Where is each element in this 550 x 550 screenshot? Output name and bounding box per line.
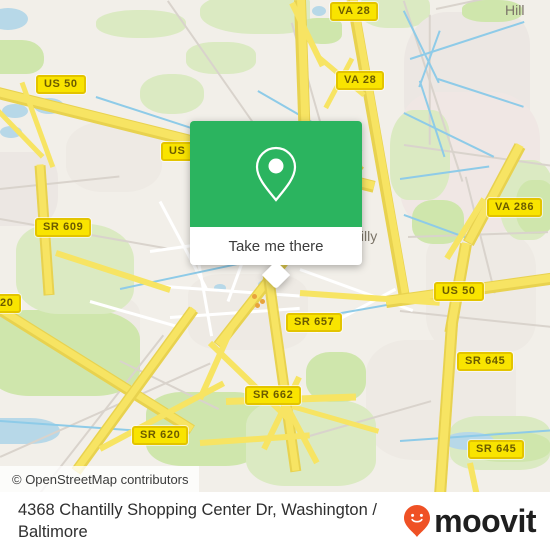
footer-bar: 4368 Chantilly Shopping Center Dr, Washi… <box>0 492 550 550</box>
road-shield-sr620-partial: 20 <box>0 294 22 313</box>
location-popup-card[interactable]: Take me there <box>190 121 362 290</box>
popup-icon-area <box>190 121 362 227</box>
take-me-there-button[interactable]: Take me there <box>190 227 362 265</box>
osm-attribution-label: © OpenStreetMap contributors <box>12 471 189 487</box>
park-area <box>0 40 44 74</box>
road-shield-va28-north: VA 28 <box>330 2 379 21</box>
park-area <box>140 74 204 114</box>
take-me-there-label: Take me there <box>228 237 324 255</box>
interchange-marker <box>255 303 260 308</box>
address-label: 4368 Chantilly Shopping Center Dr, Washi… <box>18 501 377 541</box>
map-canvas[interactable]: Hill tilly VA 28 VA 28 US 50 US SR 609 V… <box>0 0 550 492</box>
park-area <box>390 110 450 200</box>
road-shield-sr609: SR 609 <box>35 218 92 237</box>
road-shield-sr662: SR 662 <box>245 386 302 405</box>
place-label-hill: Hill <box>505 2 525 18</box>
moovit-brand[interactable]: moovit <box>404 505 536 537</box>
interchange-marker <box>252 294 257 299</box>
moovit-wordmark: moovit <box>434 503 536 539</box>
road-shield-us-partial: US <box>161 142 194 161</box>
water-body <box>312 6 326 16</box>
road-shield-sr620: SR 620 <box>132 426 189 445</box>
road-shield-sr657: SR 657 <box>286 313 343 332</box>
map-screenshot: Hill tilly VA 28 VA 28 US 50 US SR 609 V… <box>0 0 550 550</box>
park-area <box>96 10 186 38</box>
road-shield-sr645-north: SR 645 <box>457 352 514 371</box>
road-shield-us50-northwest: US 50 <box>36 75 86 94</box>
moovit-smiley-pin-icon <box>404 505 431 537</box>
road-shield-va286: VA 286 <box>487 198 543 217</box>
osm-attribution[interactable]: © OpenStreetMap contributors <box>0 466 199 492</box>
interchange-marker <box>260 299 265 304</box>
road-shield-sr645-south: SR 645 <box>468 440 525 459</box>
road-shield-us50-east: US 50 <box>434 282 484 301</box>
road-shield-va28-south: VA 28 <box>336 71 385 90</box>
map-pin-icon <box>255 146 297 202</box>
water-body <box>0 8 28 30</box>
park-area <box>186 42 256 74</box>
